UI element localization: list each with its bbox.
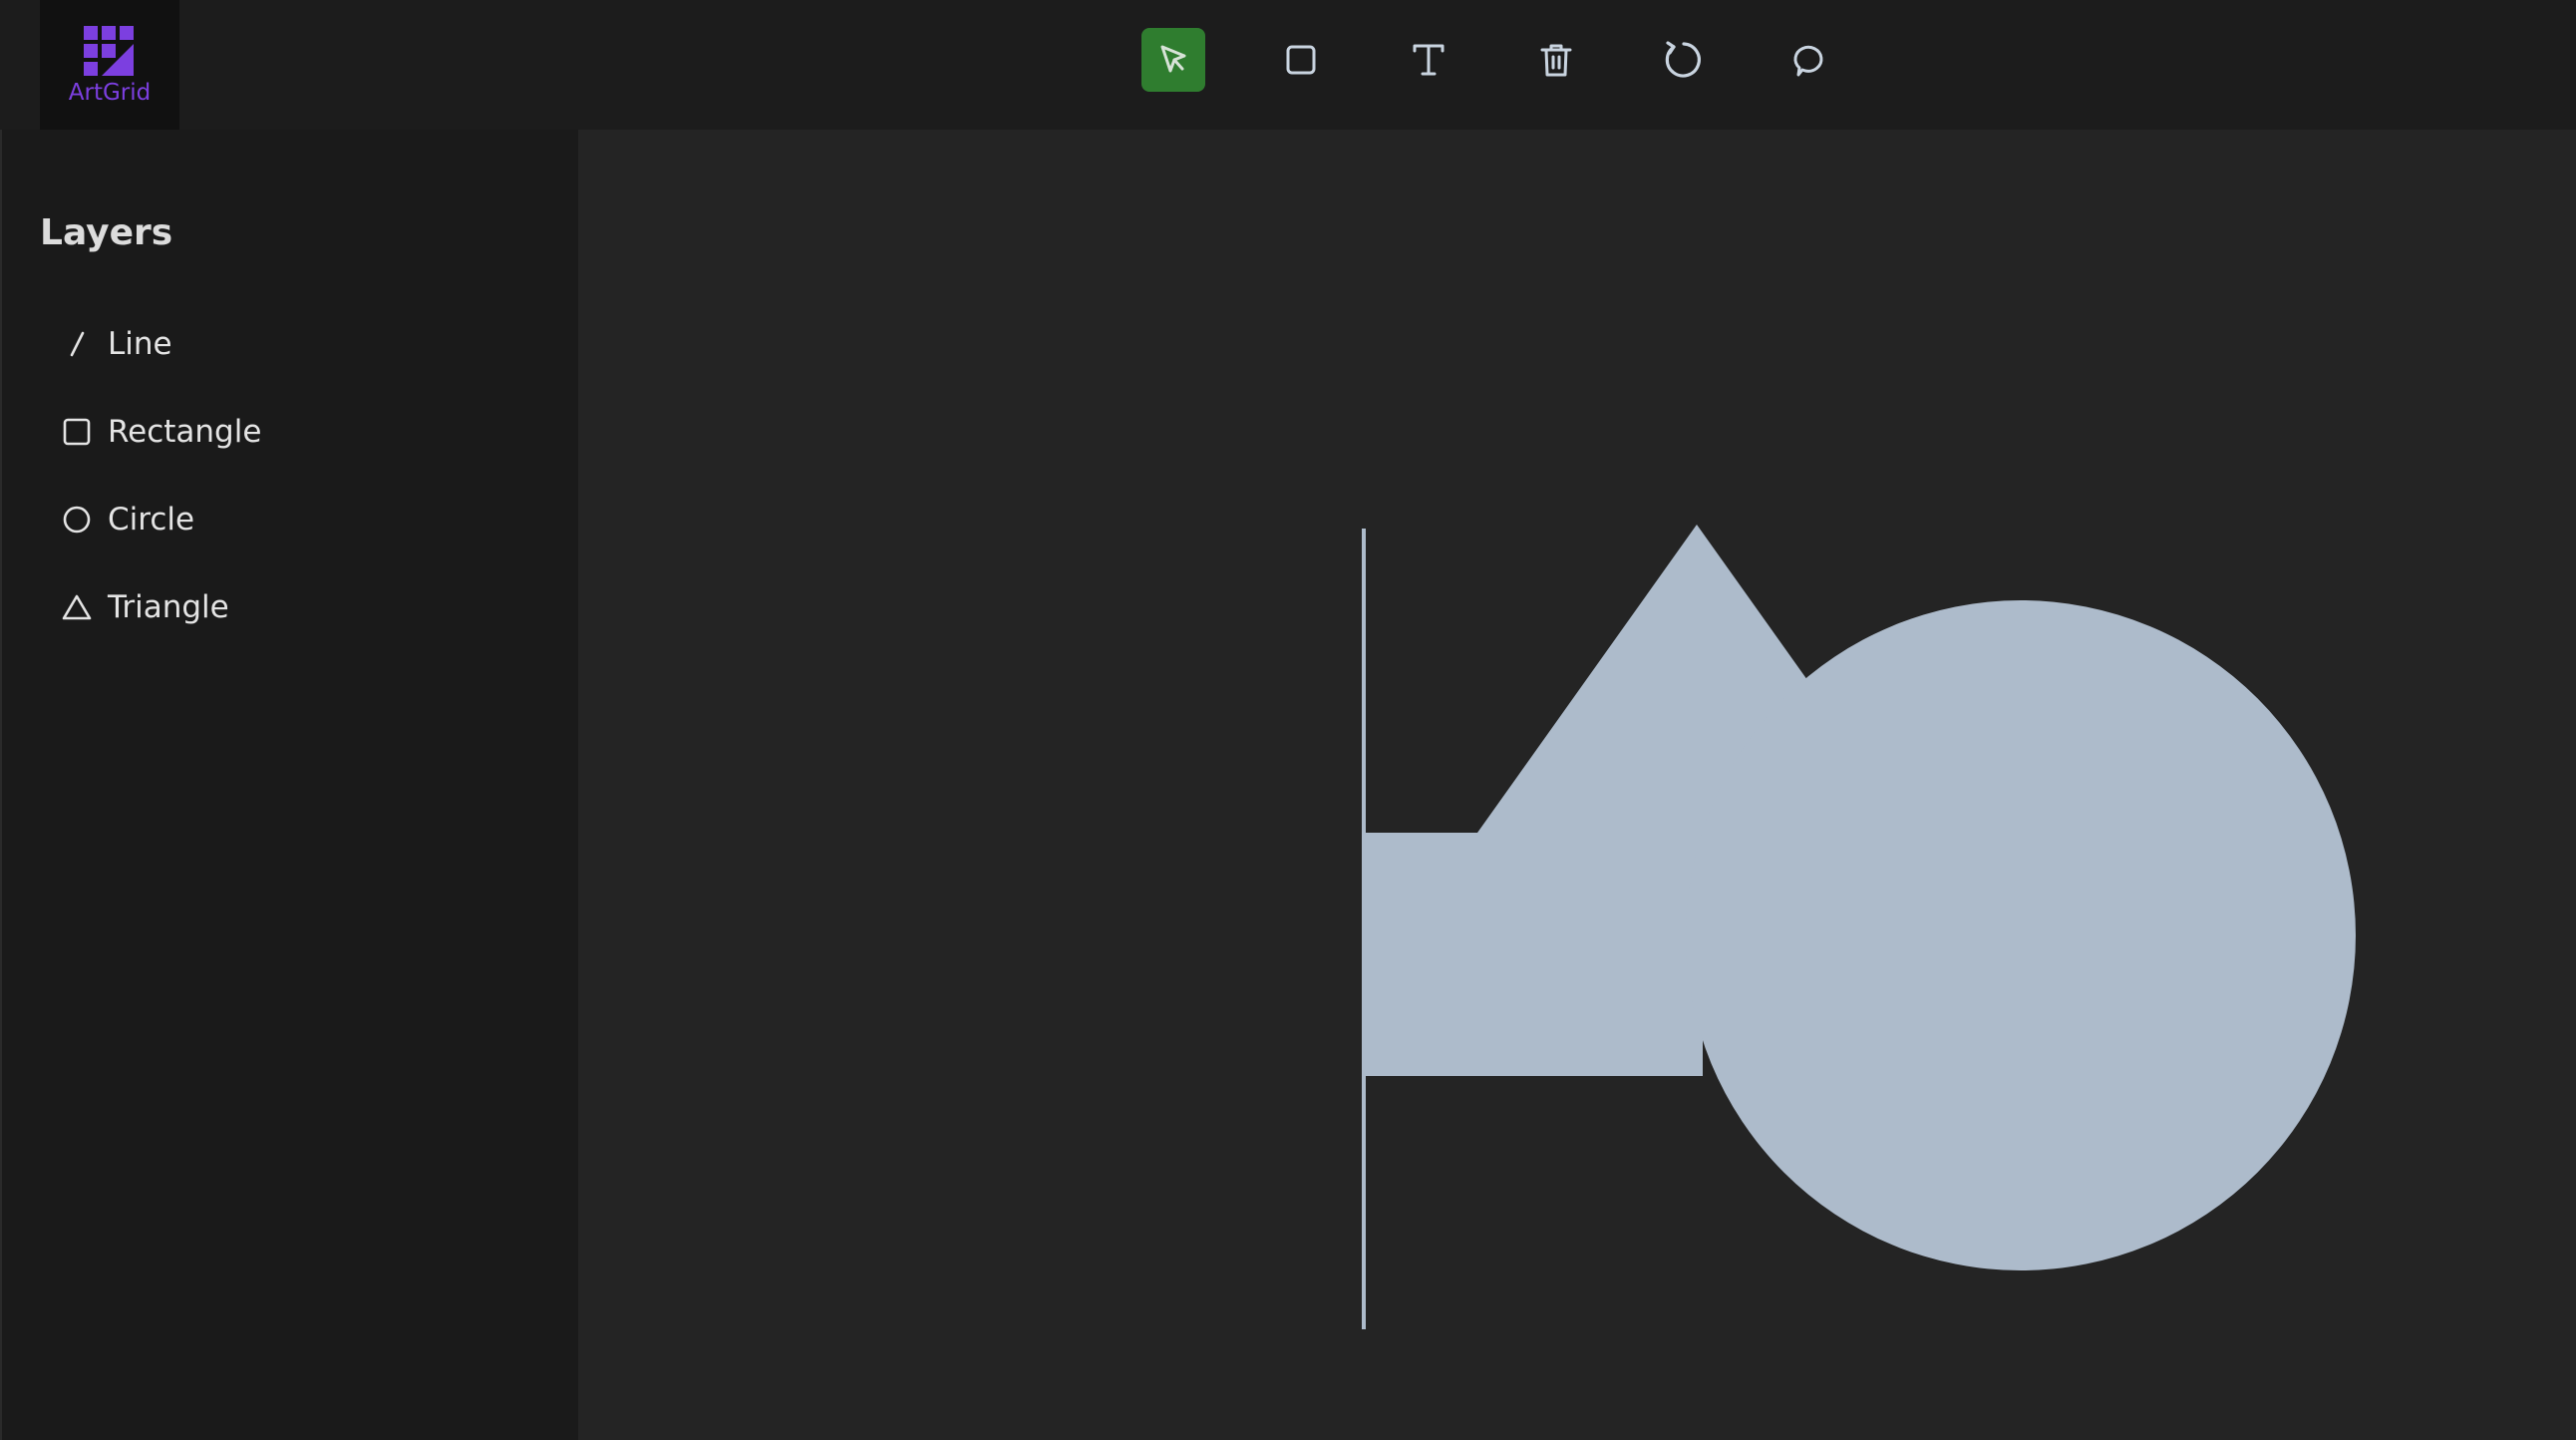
layers-panel: Layers Line Rectangle Circle Triangle	[2, 130, 578, 1440]
layer-label: Rectangle	[108, 414, 262, 450]
square-icon	[62, 417, 92, 447]
layer-item-circle[interactable]: Circle	[62, 495, 194, 544]
text-tool-button[interactable]	[1397, 28, 1460, 92]
app-name: ArtGrid	[68, 80, 152, 106]
triangle-icon	[62, 592, 92, 622]
canvas-rectangle[interactable]	[1364, 833, 1703, 1076]
canvas-shapes	[1362, 525, 2356, 1329]
layers-title: Layers	[40, 212, 173, 253]
select-tool-button[interactable]	[1141, 28, 1205, 92]
trash-icon	[1540, 44, 1572, 77]
drawing-canvas[interactable]	[578, 130, 2576, 1440]
comment-tool-button[interactable]	[1779, 28, 1843, 92]
layer-item-triangle[interactable]: Triangle	[62, 582, 229, 632]
speech-bubble-icon	[1793, 45, 1823, 77]
cursor-arrow-icon	[1160, 45, 1186, 73]
layer-item-rectangle[interactable]: Rectangle	[62, 407, 261, 457]
rotate-icon	[1665, 41, 1701, 78]
text-t-icon	[1413, 44, 1445, 76]
layer-label: Line	[108, 326, 172, 362]
circle-icon	[62, 505, 92, 535]
reset-tool-button[interactable]	[1652, 28, 1716, 92]
tool-group	[1141, 28, 1843, 92]
app-logo[interactable]: ArtGrid	[40, 0, 179, 130]
canvas-circle[interactable]	[1686, 600, 2356, 1270]
layer-item-line[interactable]: Line	[62, 319, 172, 369]
grid-logo-icon	[84, 26, 134, 76]
delete-tool-button[interactable]	[1524, 28, 1588, 92]
app-window: ArtGrid Layers Line Rectangle Circle Tri…	[0, 0, 2576, 1440]
layer-label: Triangle	[108, 589, 229, 625]
rectangle-tool-button[interactable]	[1269, 28, 1333, 92]
layer-label: Circle	[108, 502, 195, 538]
square-icon	[1286, 45, 1316, 75]
top-toolbar: ArtGrid	[0, 0, 2576, 130]
line-icon	[62, 329, 92, 359]
